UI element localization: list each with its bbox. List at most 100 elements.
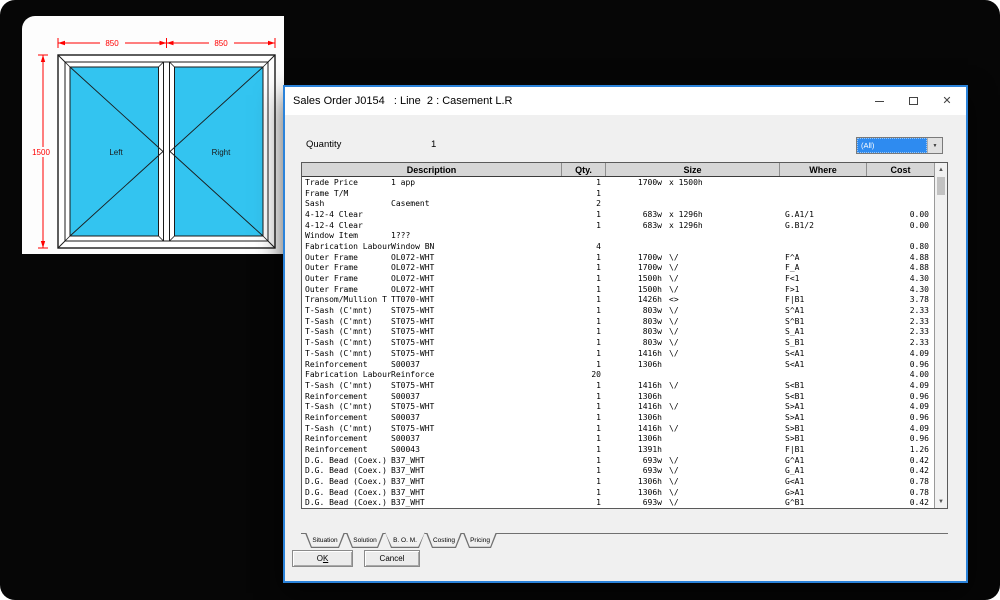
close-button[interactable]: ✕	[930, 87, 964, 115]
cell-c: ST075-WHT	[391, 402, 562, 411]
close-icon: ✕	[942, 96, 951, 107]
cell-e: \/	[662, 424, 780, 433]
cell-t: 0.96	[867, 413, 934, 422]
table-row[interactable]: T-Sash (C'mnt)ST075-WHT11416h\/S>A14.09	[302, 401, 934, 412]
cell-w: S>B1	[780, 434, 867, 443]
scroll-up-icon[interactable]: ▲	[935, 163, 947, 176]
quantity-label: Quantity	[306, 139, 341, 150]
table-row[interactable]: ReinforcementS0003711306hS>B10.96	[302, 434, 934, 445]
table-row[interactable]: Fabrication LabourReinforce204.00	[302, 369, 934, 380]
cell-c: 1 app	[391, 178, 562, 187]
cell-n: Transom/Mullion T	[302, 295, 391, 304]
table-row[interactable]: 4-12-4 Clear1683wx 1296hG.B1/20.00	[302, 220, 934, 231]
cell-t: 2.33	[867, 317, 934, 326]
table-row[interactable]: Outer FrameOL072-WHT11500h\/F>14.30	[302, 284, 934, 295]
column-header-where[interactable]: Where	[780, 163, 867, 176]
cell-n: D.G. Bead (Coex.)	[302, 498, 391, 507]
table-row[interactable]: D.G. Bead (Coex.)B37_WHT1693w\/G^B10.42	[302, 498, 934, 508]
table-row[interactable]: T-Sash (C'mnt)ST075-WHT11416h\/S>B14.09	[302, 423, 934, 434]
cell-d: 803w	[606, 306, 662, 315]
cancel-button[interactable]: Cancel	[364, 550, 420, 567]
table-row[interactable]: T-Sash (C'mnt)ST075-WHT11416h\/S<B14.09	[302, 380, 934, 391]
ok-button[interactable]: OK	[292, 550, 353, 567]
cell-c: S00043	[391, 445, 562, 454]
cell-t: 0.96	[867, 392, 934, 401]
cell-t: 0.96	[867, 434, 934, 443]
cell-w: G.A1/1	[780, 210, 867, 219]
tab-b-o-m[interactable]: B. O. M.	[385, 532, 425, 548]
cell-c: ST075-WHT	[391, 424, 562, 433]
scrollbar-thumb[interactable]	[937, 177, 945, 195]
cell-n: Fabrication Labour	[302, 242, 391, 251]
cell-q: 1	[562, 189, 606, 198]
cell-q: 1	[562, 360, 606, 369]
table-row[interactable]: D.G. Bead (Coex.)B37_WHT11306h\/G>A10.78	[302, 487, 934, 498]
table-row[interactable]: Window Item1???	[302, 230, 934, 241]
table-row[interactable]: Transom/Mullion TTT070-WHT11426h<>F|B13.…	[302, 295, 934, 306]
screenshot-canvas: 850 850 1500	[0, 0, 1000, 600]
tab-solution[interactable]: Solution	[346, 533, 384, 548]
table-row[interactable]: T-Sash (C'mnt)ST075-WHT11416h\/S<A14.09	[302, 348, 934, 359]
tab-situation[interactable]: Situation	[305, 533, 345, 548]
cell-d: 1500h	[606, 274, 662, 283]
cell-d: 1500h	[606, 285, 662, 294]
table-row[interactable]: Outer FrameOL072-WHT11700w\/F^A4.88	[302, 252, 934, 263]
tab-label: Solution	[346, 533, 384, 548]
filter-combobox[interactable]: (All) ▼	[856, 137, 943, 154]
minimize-button[interactable]	[862, 87, 896, 115]
combobox-dropdown-button[interactable]: ▼	[927, 138, 942, 153]
table-row[interactable]: Outer FrameOL072-WHT11700w\/F_A4.88	[302, 263, 934, 274]
table-row[interactable]: T-Sash (C'mnt)ST075-WHT1803w\/S^B12.33	[302, 316, 934, 327]
table-row[interactable]: ReinforcementS0003711306hS<A10.96	[302, 359, 934, 370]
cell-c: OL072-WHT	[391, 253, 562, 262]
table-row[interactable]: Trade Price1 app11700wx 1500h	[302, 177, 934, 188]
table-row[interactable]: Fabrication LabourWindow BN40.80	[302, 241, 934, 252]
table-row[interactable]: Outer FrameOL072-WHT11500h\/F<14.30	[302, 273, 934, 284]
column-header-description[interactable]: Description	[302, 163, 562, 176]
column-header-qty[interactable]: Qty.	[562, 163, 606, 176]
table-body: Trade Price1 app11700wx 1500hFrame T/M1S…	[302, 177, 934, 508]
column-header-size[interactable]: Size	[606, 163, 780, 176]
table-scrollbar[interactable]: ▲ ▼	[934, 163, 947, 508]
cell-w: G^A1	[780, 456, 867, 465]
cell-t: 4.30	[867, 285, 934, 294]
tab-costing[interactable]: Costing	[426, 533, 462, 548]
table-row[interactable]: T-Sash (C'mnt)ST075-WHT1803w\/S_B12.33	[302, 337, 934, 348]
cell-d: 1700w	[606, 178, 662, 187]
cell-n: Reinforcement	[302, 413, 391, 422]
tab-label: Costing	[426, 533, 462, 548]
tab-label: B. O. M.	[385, 532, 425, 548]
table-row[interactable]: D.G. Bead (Coex.)B37_WHT1693w\/G^A10.42	[302, 455, 934, 466]
scroll-down-icon[interactable]: ▼	[935, 495, 947, 508]
cell-t: 4.30	[867, 274, 934, 283]
cell-e: \/	[662, 338, 780, 347]
cell-w: S>A1	[780, 402, 867, 411]
table-row[interactable]: T-Sash (C'mnt)ST075-WHT1803w\/S_A12.33	[302, 327, 934, 338]
cell-c: OL072-WHT	[391, 285, 562, 294]
table-row[interactable]: D.G. Bead (Coex.)B37_WHT1693w\/G_A10.42	[302, 466, 934, 477]
cell-e: \/	[662, 402, 780, 411]
column-header-cost[interactable]: Cost	[867, 163, 934, 176]
table-row[interactable]: ReinforcementS0004311391hF|B11.26	[302, 444, 934, 455]
maximize-button[interactable]	[896, 87, 930, 115]
tab-pricing[interactable]: Pricing	[463, 533, 497, 548]
table-row[interactable]: ReinforcementS0003711306hS<B10.96	[302, 391, 934, 402]
chevron-down-icon: ▼	[933, 143, 938, 149]
cell-t: 0.00	[867, 221, 934, 230]
cell-q: 1	[562, 327, 606, 336]
table-row[interactable]: 4-12-4 Clear1683wx 1296hG.A1/10.00	[302, 209, 934, 220]
table-row[interactable]: ReinforcementS0003711306hS>A10.96	[302, 412, 934, 423]
table-row[interactable]: T-Sash (C'mnt)ST075-WHT1803w\/S^A12.33	[302, 305, 934, 316]
dim-width-right-label: 850	[214, 39, 228, 48]
cell-c: S00037	[391, 413, 562, 422]
table-row[interactable]: Frame T/M1	[302, 188, 934, 199]
cell-c: S00037	[391, 434, 562, 443]
cell-d: 1306h	[606, 477, 662, 486]
cell-t: 2.33	[867, 306, 934, 315]
cell-n: T-Sash (C'mnt)	[302, 317, 391, 326]
cell-c: S00037	[391, 360, 562, 369]
table-row[interactable]: D.G. Bead (Coex.)B37_WHT11306h\/G<A10.78	[302, 476, 934, 487]
table-header-row: Description Qty. Size Where Cost	[302, 163, 934, 177]
table-row[interactable]: SashCasement2	[302, 198, 934, 209]
cell-t: 2.33	[867, 327, 934, 336]
